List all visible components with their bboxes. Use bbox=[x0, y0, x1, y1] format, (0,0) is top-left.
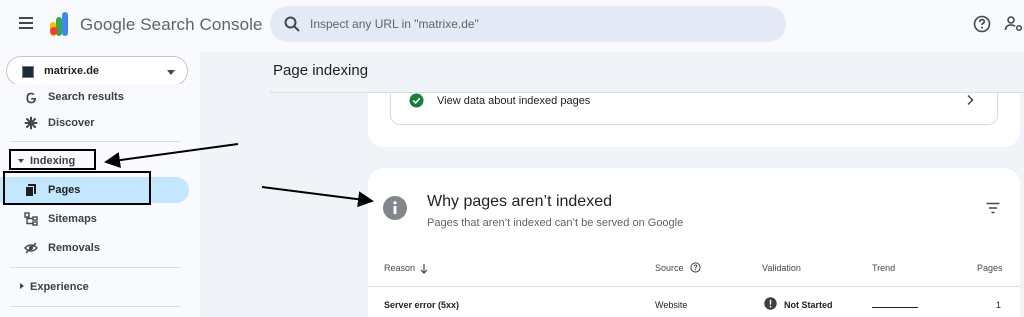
search-icon[interactable] bbox=[283, 15, 301, 33]
top-bar: Google Search Console bbox=[0, 0, 1024, 52]
chevron-right-icon[interactable] bbox=[20, 283, 24, 289]
property-favicon bbox=[22, 66, 34, 78]
annotation-box bbox=[9, 149, 96, 170]
eye-off-icon bbox=[24, 242, 38, 254]
help-icon[interactable] bbox=[690, 262, 701, 273]
sidebar-item-label: Discover bbox=[48, 117, 95, 129]
help-icon[interactable] bbox=[972, 14, 992, 34]
card-title: Why pages aren’t indexed bbox=[427, 193, 612, 210]
column-header-pages: Pages bbox=[977, 263, 1003, 273]
indexed-pages-card: View data about indexed pages bbox=[368, 93, 1020, 147]
asterisk-icon bbox=[24, 116, 38, 130]
search-input[interactable] bbox=[310, 6, 770, 42]
section-experience[interactable]: Experience bbox=[30, 281, 89, 293]
page-title: Page indexing bbox=[273, 62, 369, 79]
sidebar-item-removals[interactable]: Removals bbox=[0, 235, 190, 261]
column-header-trend: Trend bbox=[872, 263, 896, 273]
search-console-logo[interactable] bbox=[50, 12, 72, 36]
manage-users-icon[interactable] bbox=[1004, 14, 1024, 34]
divider bbox=[368, 286, 1020, 287]
arrow-down-icon bbox=[420, 264, 428, 274]
divider bbox=[10, 141, 180, 142]
sidebar-item-label: Removals bbox=[48, 242, 100, 254]
hamburger-icon[interactable] bbox=[16, 14, 36, 34]
filter-icon[interactable] bbox=[986, 202, 1000, 214]
sidebar-item-label: Sitemaps bbox=[48, 213, 97, 225]
sitemap-icon bbox=[24, 212, 38, 226]
divider bbox=[10, 306, 180, 307]
view-indexed-pages-label: View data about indexed pages bbox=[437, 95, 591, 107]
app-name: Google Search Console bbox=[80, 15, 263, 34]
validation-cell: Not Started bbox=[784, 300, 833, 310]
sidebar-item-label: Search results bbox=[48, 91, 124, 103]
annotation-arrow bbox=[261, 186, 374, 208]
divider bbox=[10, 267, 180, 268]
column-header-validation: Validation bbox=[762, 263, 801, 273]
trend-sparkline bbox=[872, 307, 918, 308]
card-subtitle: Pages that aren’t indexed can’t be serve… bbox=[427, 217, 684, 229]
property-name: matrixe.de bbox=[44, 65, 100, 77]
alert-circle-icon bbox=[764, 297, 777, 310]
info-icon bbox=[383, 196, 407, 220]
view-indexed-pages-link[interactable]: View data about indexed pages bbox=[390, 93, 998, 125]
pages-count-cell: 1 bbox=[996, 300, 1002, 310]
sidebar-item-sitemaps[interactable]: Sitemaps bbox=[0, 206, 190, 232]
google-g-icon bbox=[26, 92, 36, 104]
caret-down-icon bbox=[167, 70, 175, 75]
column-header-label: Reason bbox=[384, 263, 416, 273]
sidebar: matrixe.de Search results Discover Index… bbox=[0, 52, 200, 317]
column-header-label: Source bbox=[655, 263, 684, 273]
source-cell: Website bbox=[655, 300, 688, 310]
check-circle-icon bbox=[409, 93, 424, 108]
not-indexed-card: Why pages aren’t indexed Pages that aren… bbox=[368, 168, 1020, 317]
column-header-reason[interactable]: Reason bbox=[384, 263, 428, 274]
property-selector[interactable]: matrixe.de bbox=[6, 56, 188, 86]
reason-cell: Server error (5xx) bbox=[384, 300, 460, 310]
url-inspection-search[interactable] bbox=[270, 6, 786, 42]
chevron-right-icon bbox=[967, 94, 974, 106]
sidebar-item-discover[interactable]: Discover bbox=[0, 110, 190, 136]
column-header-source: Source bbox=[655, 262, 701, 273]
annotation-box bbox=[3, 171, 151, 205]
